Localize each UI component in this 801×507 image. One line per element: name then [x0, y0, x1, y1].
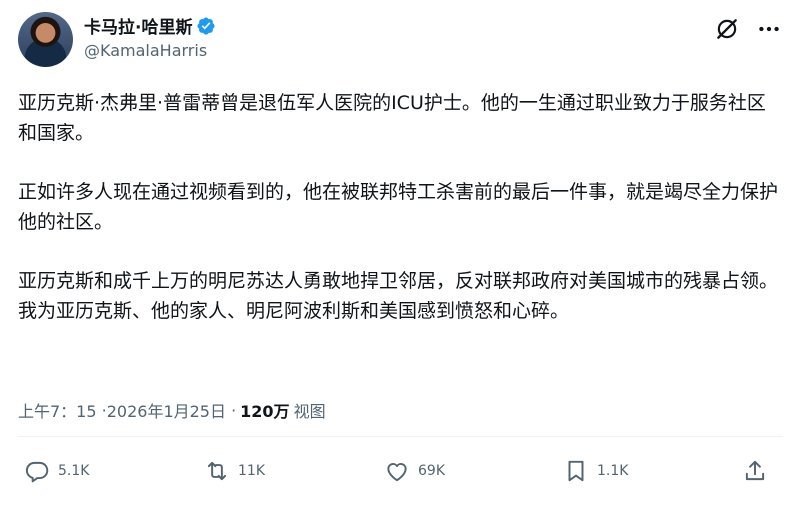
views-count: 120万	[240, 402, 290, 421]
bookmark-button[interactable]: 1.1K	[563, 458, 628, 484]
divider	[18, 436, 783, 437]
post-paragraph: 正如许多人现在通过视频看到的，他在被联邦特工杀害前的最后一件事，就是竭尽全力保护…	[18, 181, 779, 233]
bookmark-count: 1.1K	[597, 463, 629, 479]
post-text: 亚历克斯·杰弗里·普雷蒂曾是退伍军人医院的ICU护士。他的一生通过职业致力于服务…	[18, 88, 783, 326]
post-meta: 上午7：15 · 2026年1月25日 · 120万 视图	[18, 398, 326, 422]
post-date[interactable]: 2026年1月25日	[107, 398, 226, 422]
share-button[interactable]	[742, 458, 768, 484]
post-header: 卡马拉·哈里斯 @KamalaHarris	[0, 0, 801, 80]
bookmark-icon	[568, 460, 584, 482]
action-bar: 5.1K 11K 69K 1.1K	[0, 458, 801, 498]
views-label: 视图	[293, 402, 326, 421]
repost-count: 11K	[238, 463, 265, 479]
verified-badge-icon	[197, 16, 216, 35]
like-button[interactable]: 69K	[384, 458, 445, 484]
grok-icon[interactable]	[714, 16, 740, 42]
post-paragraph: 亚历克斯·杰弗里·普雷蒂曾是退伍军人医院的ICU护士。他的一生通过职业致力于服务…	[18, 92, 766, 144]
author-name[interactable]: 卡马拉·哈里斯	[84, 13, 192, 38]
like-count: 69K	[418, 463, 445, 479]
post-time[interactable]: 上午7：15	[18, 398, 97, 422]
meta-separator: ·	[96, 400, 107, 420]
meta-separator: ·	[225, 400, 237, 420]
reply-count: 5.1K	[58, 463, 90, 479]
repost-icon	[207, 461, 227, 481]
avatar[interactable]	[18, 12, 73, 67]
post-paragraph: 亚历克斯和成千上万的明尼苏达人勇敢地捍卫邻居，反对联邦政府对美国城市的残暴占领。…	[18, 270, 779, 322]
more-icon[interactable]	[756, 16, 782, 42]
reply-button[interactable]: 5.1K	[24, 458, 89, 484]
like-icon	[387, 463, 407, 482]
reply-icon	[25, 461, 49, 483]
repost-button[interactable]: 11K	[204, 458, 265, 484]
author-handle[interactable]: @KamalaHarris	[84, 41, 207, 60]
share-icon	[745, 460, 765, 481]
author-name-row: 卡马拉·哈里斯	[84, 13, 216, 38]
